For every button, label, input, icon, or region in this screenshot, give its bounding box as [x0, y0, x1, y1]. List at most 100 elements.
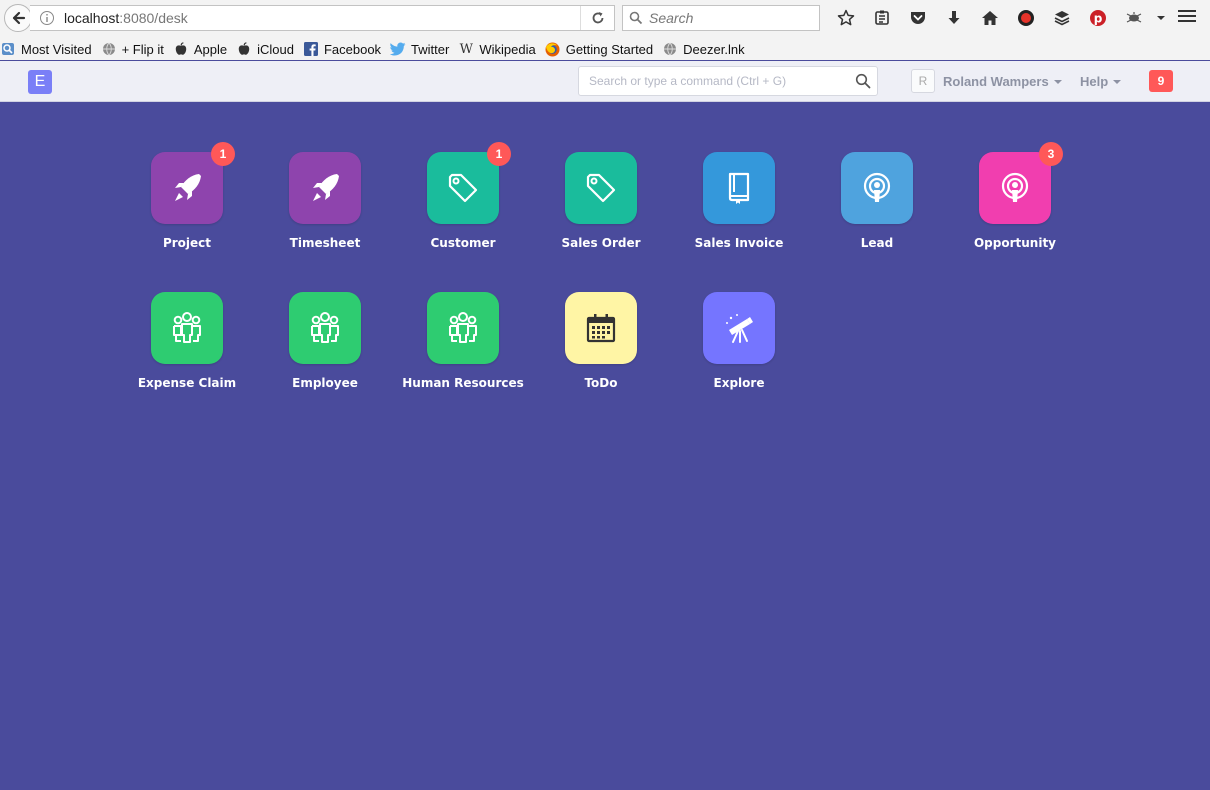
app-tile[interactable]: [703, 292, 775, 364]
desk-icon-timesheet[interactable]: Timesheet: [260, 152, 390, 262]
home-icon[interactable]: [972, 6, 1008, 30]
app-tile[interactable]: [289, 292, 361, 364]
most-visited-icon: [0, 41, 16, 57]
help-label: Help: [1080, 74, 1109, 89]
app-label[interactable]: Lead: [812, 236, 942, 250]
app-tile[interactable]: [565, 152, 637, 224]
user-avatar[interactable]: R: [911, 69, 935, 93]
extension-red-icon[interactable]: [1008, 6, 1044, 30]
app-label[interactable]: Expense Claim: [122, 376, 252, 390]
desk-icon-sales-order[interactable]: Sales Order: [536, 152, 666, 262]
rocket-icon: [313, 174, 339, 201]
hamburger-menu-icon[interactable]: [1176, 7, 1198, 29]
app-tile[interactable]: [151, 292, 223, 364]
bookmark-label: Deezer.lnk: [683, 41, 745, 57]
bookmark-icloud[interactable]: iCloud: [236, 41, 294, 57]
desk-icon-expense-claim[interactable]: Expense Claim: [122, 292, 252, 402]
desk-icon-explore[interactable]: Explore: [674, 292, 804, 402]
bookmark-label: iCloud: [257, 41, 294, 57]
app-tile[interactable]: [565, 292, 637, 364]
desk-icon-project[interactable]: 1 Project: [122, 142, 252, 262]
notification-badge[interactable]: 9: [1149, 70, 1173, 92]
bookmark-label: Apple: [193, 41, 228, 57]
app-label[interactable]: Opportunity: [950, 236, 1080, 250]
pinterest-icon[interactable]: p: [1080, 6, 1116, 30]
search-icon[interactable]: [855, 73, 871, 94]
bookmark-label: Wikipedia: [479, 41, 536, 57]
app-label[interactable]: Customer: [398, 236, 528, 250]
browser-search-bar[interactable]: Search: [622, 5, 820, 31]
url-bar[interactable]: localhost:8080/desk: [30, 5, 615, 31]
apple-icon: [236, 41, 252, 57]
rocket-icon: [175, 174, 201, 201]
site-info-icon[interactable]: [36, 10, 58, 26]
desk-icon-sales-invoice[interactable]: Sales Invoice: [674, 152, 804, 262]
app-label[interactable]: Sales Order: [536, 236, 666, 250]
extension-bug-icon[interactable]: [1116, 6, 1152, 30]
app-label[interactable]: Timesheet: [260, 236, 390, 250]
desk-icon-human-resources[interactable]: Human Resources: [398, 292, 528, 402]
calendar-icon: [586, 314, 616, 343]
browser-toolbar: localhost:8080/desk Search p: [0, 0, 1210, 36]
app-label[interactable]: Explore: [674, 376, 804, 390]
app-label[interactable]: Sales Invoice: [674, 236, 804, 250]
tag-icon: [586, 173, 616, 203]
app-label[interactable]: Employee: [260, 376, 390, 390]
app-tile[interactable]: [151, 152, 223, 224]
back-arrow-icon: [12, 11, 26, 25]
broadcast-icon: [863, 172, 891, 202]
bookmark-flip-it[interactable]: + Flip it: [101, 41, 164, 57]
app-logo[interactable]: E: [28, 70, 52, 94]
caret-down-icon: [1053, 80, 1062, 84]
app-tile[interactable]: [979, 152, 1051, 224]
pocket-icon[interactable]: [900, 6, 936, 30]
bookmark-apple[interactable]: Apple: [173, 41, 227, 57]
bookmark-label: Facebook: [323, 41, 382, 57]
app-tile[interactable]: [703, 152, 775, 224]
app-tile[interactable]: [841, 152, 913, 224]
bookmark-deezer[interactable]: Deezer.lnk: [662, 41, 745, 57]
reading-list-icon[interactable]: [864, 6, 900, 30]
desk-icon-customer[interactable]: 1 Customer: [398, 142, 528, 262]
reload-icon[interactable]: [580, 6, 614, 30]
app-tile[interactable]: [289, 152, 361, 224]
bookmark-twitter[interactable]: Twitter: [390, 41, 449, 57]
people-icon: [449, 312, 477, 343]
bookmark-label: Twitter: [411, 41, 450, 57]
bookmark-getting-started[interactable]: Getting Started: [545, 41, 653, 57]
desk-icon-employee[interactable]: Employee: [260, 292, 390, 402]
app-tile[interactable]: [427, 152, 499, 224]
buffer-icon[interactable]: [1044, 6, 1080, 30]
browser-chrome: localhost:8080/desk Search p Most Visite…: [0, 0, 1210, 60]
desk-icon-opportunity[interactable]: 3 Opportunity: [950, 142, 1080, 262]
user-menu[interactable]: Roland Wampers: [943, 74, 1062, 89]
bookmark-facebook[interactable]: Facebook: [303, 41, 381, 57]
tile-badge: 3: [1039, 142, 1063, 166]
download-icon[interactable]: [936, 6, 972, 30]
url-text[interactable]: localhost:8080/desk: [64, 10, 188, 26]
toolbar-icons: p: [828, 6, 1170, 30]
people-icon: [173, 312, 201, 343]
help-menu[interactable]: Help: [1080, 74, 1122, 89]
broadcast-icon: [1001, 172, 1029, 202]
bookmarks-bar: Most Visited + Flip it Apple iCloud Face…: [0, 38, 754, 60]
people-icon: [311, 312, 339, 343]
app-label[interactable]: Project: [122, 236, 252, 250]
url-path: :8080/desk: [119, 10, 188, 26]
command-search-input[interactable]: [589, 74, 849, 88]
awesome-search-bar[interactable]: [578, 66, 878, 96]
bookmark-wikipedia[interactable]: W Wikipedia: [458, 41, 536, 57]
bookmark-label: + Flip it: [121, 41, 164, 57]
bookmark-most-visited[interactable]: Most Visited: [0, 41, 92, 57]
dropdown-icon[interactable]: [1152, 6, 1170, 30]
app-tile[interactable]: [427, 292, 499, 364]
desk-icon-lead[interactable]: Lead: [812, 152, 942, 262]
star-icon[interactable]: [828, 6, 864, 30]
app-label[interactable]: Human Resources: [398, 376, 528, 390]
wikipedia-icon: W: [459, 41, 474, 57]
app-label[interactable]: ToDo: [536, 376, 666, 390]
tile-badge: 1: [487, 142, 511, 166]
back-button[interactable]: [4, 4, 32, 32]
facebook-icon: [303, 41, 319, 57]
desk-icon-todo[interactable]: ToDo: [536, 292, 666, 402]
